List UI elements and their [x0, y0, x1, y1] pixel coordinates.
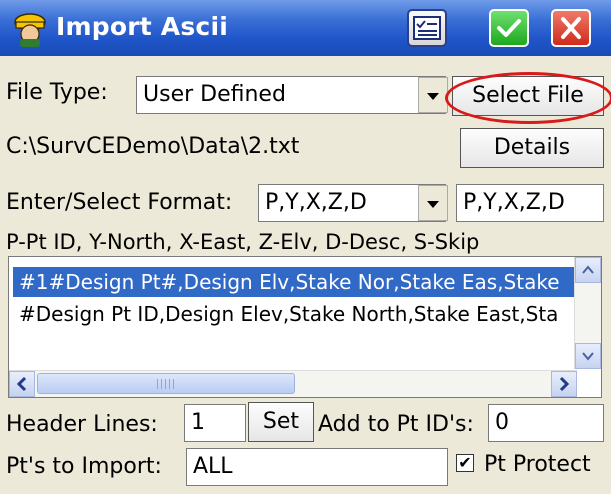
list-view-button[interactable] [407, 9, 447, 47]
list-checklist-icon [413, 16, 441, 40]
file-preview-list[interactable]: #1#Design Pt#,Design Elv,Stake Nor,Stake… [8, 256, 602, 398]
header-lines-label: Header Lines: [6, 412, 158, 437]
format-entry-input[interactable]: P,Y,X,Z,D [456, 184, 604, 222]
add-to-pt-id-input[interactable]: 0 [488, 404, 604, 442]
highlight-circle [445, 72, 611, 124]
window-title: Import Ascii [56, 12, 228, 41]
add-to-pt-id-label: Add to Pt ID's: [318, 412, 474, 437]
preview-line-1[interactable]: #1#Design Pt#,Design Elv,Stake Nor,Stake… [13, 267, 577, 297]
horizontal-scrollbar[interactable] [9, 370, 577, 397]
surveyor-app-icon [14, 13, 46, 47]
chevron-left-icon [16, 376, 27, 392]
pts-to-import-label: Pt's to Import: [6, 454, 162, 479]
format-select-value: P,Y,X,Z,D [265, 190, 367, 215]
checkmark-icon [497, 19, 521, 37]
file-type-dropdown-arrow[interactable] [418, 77, 448, 113]
scroll-down-button[interactable] [575, 343, 601, 369]
chevron-right-icon [559, 376, 570, 392]
close-icon [561, 17, 581, 39]
pts-to-import-input[interactable]: ALL [186, 448, 448, 486]
pt-protect-checkbox[interactable]: ✔ [456, 454, 474, 472]
preview-line-2[interactable]: #Design Pt ID,Design Elev,Stake North,St… [19, 299, 579, 329]
format-label: Enter/Select Format: [6, 190, 233, 215]
format-dropdown-arrow[interactable] [418, 185, 448, 221]
file-type-label: File Type: [6, 80, 108, 105]
vertical-scrollbar[interactable] [574, 257, 601, 369]
add-to-pt-id-value: 0 [495, 410, 509, 435]
ok-button[interactable] [489, 9, 529, 47]
import-ascii-window: Import Ascii File Type: User Defined Sel… [0, 0, 611, 494]
scroll-left-button[interactable] [9, 371, 35, 397]
format-legend-text: P-Pt ID, Y-North, X-East, Z-Elv, D-Desc,… [6, 230, 480, 254]
chevron-up-icon [582, 265, 594, 274]
pts-to-import-value: ALL [193, 454, 233, 479]
file-type-value: User Defined [143, 82, 286, 107]
header-lines-input[interactable]: 1 [184, 404, 246, 442]
chevron-down-icon [582, 352, 594, 361]
pt-protect-label: Pt Protect [484, 452, 591, 477]
scroll-grip [157, 379, 175, 389]
scroll-right-button[interactable] [551, 371, 577, 397]
file-path-text: C:\SurvCEDemo\Data\2.txt [6, 134, 300, 159]
scroll-thumb[interactable] [37, 373, 295, 394]
set-button[interactable]: Set [248, 402, 314, 442]
scroll-up-button[interactable] [575, 257, 601, 283]
header-lines-value: 1 [191, 410, 205, 435]
file-type-select[interactable]: User Defined [136, 76, 446, 114]
title-bar: Import Ascii [0, 0, 611, 56]
details-button[interactable]: Details [460, 128, 604, 168]
close-button[interactable] [551, 9, 591, 47]
format-entry-value: P,Y,X,Z,D [463, 190, 565, 215]
